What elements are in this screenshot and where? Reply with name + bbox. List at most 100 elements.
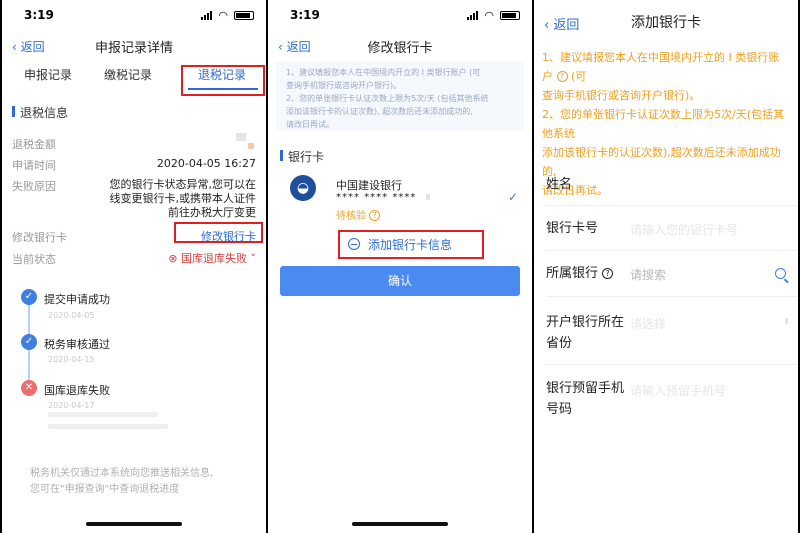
nav-bar: ‹ 返回 申报记录详情 <box>2 34 266 58</box>
highlight-box-add-card <box>338 230 484 259</box>
label-reserved-phone: 银行预留手机 号码 <box>546 378 624 420</box>
tip-line: 添加该银行卡的认证次数), 超次数后还未添加成功的, <box>286 107 473 116</box>
tip-line: 添加该银行卡的认证次数),超次数后还未添加成功的, <box>542 146 781 178</box>
tip-1: 1、建议填报您本人在中国境内开立的 I 类银行账户 (可 查询手机银行或咨询开户… <box>286 66 480 92</box>
divider <box>546 296 798 297</box>
label-current-state: 当前状态 <box>12 253 56 266</box>
note-line: 您可在"申报查询"中查询退税进度 <box>30 484 180 495</box>
tab-declaration-record[interactable]: 申报记录 <box>24 66 72 83</box>
province-select[interactable]: 请选择 <box>630 315 666 332</box>
redacted-amount <box>236 133 246 141</box>
wifi-icon: ◠ <box>484 9 494 22</box>
tip-line: 请改日再试。 <box>286 120 334 129</box>
info-icon[interactable]: ? <box>602 268 614 279</box>
label-bank: 所属银行 ? <box>546 263 614 284</box>
divider <box>546 250 798 251</box>
label-refund-amount: 退税金额 <box>12 138 56 151</box>
tip-line: 查询手机银行或咨询开户银行)。 <box>542 89 701 102</box>
tip-line: 查询手机银行或咨询开户银行)。 <box>286 81 402 90</box>
tip-2: 2、您的单张银行卡认证次数上限为5次/天 (包括其他系统 添加该银行卡的认证次数… <box>286 92 489 131</box>
tip-line: 2、您的单张银行卡认证次数上限为5次/天 (包括其他系统 <box>286 94 489 103</box>
timeline-step-title: 提交申请成功 <box>44 293 110 306</box>
tab-tax-payment-record[interactable]: 缴税记录 <box>104 66 152 83</box>
ccb-bank-icon: ◒ <box>290 175 316 201</box>
divider <box>546 205 798 206</box>
label-name: 姓名 <box>546 177 573 192</box>
timeline-step-date: 2020-04-17 <box>48 401 95 410</box>
tip-line: 1、建议填报您本人在中国境内开立的 I 类银行账户 ? (可 <box>542 51 780 83</box>
label-failure-reason: 失败原因 <box>12 180 56 193</box>
label-line: 开户银行所在 <box>546 315 625 330</box>
divider <box>546 364 798 365</box>
cross-icon: ✕ <box>21 380 37 396</box>
info-icon[interactable]: ? <box>556 71 568 82</box>
confirm-button[interactable]: 确认 <box>280 266 520 296</box>
bank-label-text: 所属银行 <box>546 266 599 281</box>
reserved-phone-input[interactable]: 请输入预留手机号 <box>630 382 726 399</box>
check-icon: ✓ <box>21 289 37 305</box>
page-title: 申报记录详情 <box>94 41 173 56</box>
timeline-step-date: 2020-04-05 <box>48 311 95 320</box>
status-time: 3:19 <box>24 8 54 22</box>
nav-bar: ‹ 返回 修改银行卡 <box>268 34 532 58</box>
bank-search-input[interactable]: 请搜索 <box>630 266 666 283</box>
tip-box: 1、建议填报您本人在中国境内开立的 I 类银行账户 (可 查询手机银行或咨询开户… <box>276 62 524 130</box>
highlight-box-modify-card <box>174 222 263 243</box>
redacted-detail <box>48 412 158 417</box>
pending-verify-badge: 待核验 ? <box>336 207 381 222</box>
pending-label: 待核验 <box>336 211 366 222</box>
battery-icon <box>500 11 520 20</box>
battery-icon <box>234 11 254 20</box>
redacted-card-tail <box>426 194 430 200</box>
label-line: 省份 <box>546 336 573 351</box>
chevron-right-icon <box>785 318 788 324</box>
label-line: 银行预留手机 <box>546 381 625 396</box>
timeline-step-title: 税务审核通过 <box>44 338 110 351</box>
state-value: 国库退库失败 <box>181 252 247 265</box>
signal-icon <box>201 11 212 20</box>
label-branch-province: 开户银行所在 省份 <box>546 312 624 354</box>
home-indicator[interactable] <box>352 522 448 526</box>
redacted-amount-mark <box>248 143 254 149</box>
signal-icon <box>467 11 478 20</box>
section-title-refund-info: 退税信息 <box>12 104 68 121</box>
panel-add-card: ‹ 返回 添加银行卡 1、建议填报您本人在中国境内开立的 I 类银行账户 ? (… <box>534 0 798 533</box>
tip-line: 请改日再试。 <box>542 184 608 197</box>
search-icon[interactable] <box>775 268 786 279</box>
bottom-note: 税务机关仅通过本系统向您推送相关信息, 您可在"申报查询"中查询退税进度 <box>30 466 256 498</box>
info-icon[interactable]: ? <box>369 210 381 221</box>
bank-name: 中国建设银行 <box>336 179 402 192</box>
card-number-input[interactable]: 请输入您的银行卡号 <box>630 221 738 238</box>
panel-modify-card: 3:19 ◠ ‹ 返回 修改银行卡 1、建议填报您本人在中国境内开立的 I 类银… <box>268 0 532 533</box>
check-icon: ✓ <box>21 334 37 350</box>
timeline-step-date: 2020-04-15 <box>48 355 95 364</box>
home-indicator[interactable] <box>86 522 182 526</box>
redacted-detail <box>48 424 168 429</box>
card-number-masked: **** **** **** <box>336 192 417 203</box>
nav-bar: ‹ 返回 添加银行卡 <box>534 10 798 34</box>
tip-line-text: 1、建议填报您本人在中国境内开立的 I 类银行账户 <box>542 51 780 83</box>
panel-declaration-detail: 3:19 ◠ ‹ 返回 申报记录详情 申报记录 缴税记录 退税记录 退税信息 退… <box>2 0 266 533</box>
label-line: 号码 <box>546 402 573 417</box>
page-title: 修改银行卡 <box>367 41 433 56</box>
note-line: 税务机关仅通过本系统向您推送相关信息, <box>30 468 214 479</box>
value-failure-reason: 您的银行卡状态异常,您可以在线变更银行卡,或携带本人证件前往办税大厅变更 <box>109 178 257 219</box>
section-title-bank-card: 银行卡 <box>280 148 324 165</box>
wifi-icon: ◠ <box>218 9 228 22</box>
label-apply-time: 申请时间 <box>12 159 56 172</box>
tip-text: 1、建议填报您本人在中国境内开立的 I 类银行账户 ? (可 查询手机银行或咨询… <box>542 48 790 200</box>
tip-line: 2、您的单张银行卡认证次数上限为5次/天(包括其他系统 <box>542 108 784 140</box>
status-badge: ⊗ 国库退库失败 ˅ <box>168 252 256 265</box>
status-bar: 3:19 ◠ <box>268 0 532 30</box>
timeline-step-title: 国库退库失败 <box>44 384 110 397</box>
check-icon: ✓ <box>507 190 518 204</box>
redacted-name <box>630 156 634 159</box>
label-modify-card: 修改银行卡 <box>12 231 67 244</box>
highlight-box-refund-tab <box>181 65 265 96</box>
value-apply-time: 2020-04-05 16:27 <box>156 157 256 170</box>
page-title: 添加银行卡 <box>631 15 701 31</box>
label-card-number: 银行卡号 <box>546 221 599 236</box>
status-bar: 3:19 ◠ <box>2 0 266 30</box>
status-time: 3:19 <box>290 8 320 22</box>
tip-line: 1、建议填报您本人在中国境内开立的 I 类银行账户 (可 <box>286 68 481 77</box>
